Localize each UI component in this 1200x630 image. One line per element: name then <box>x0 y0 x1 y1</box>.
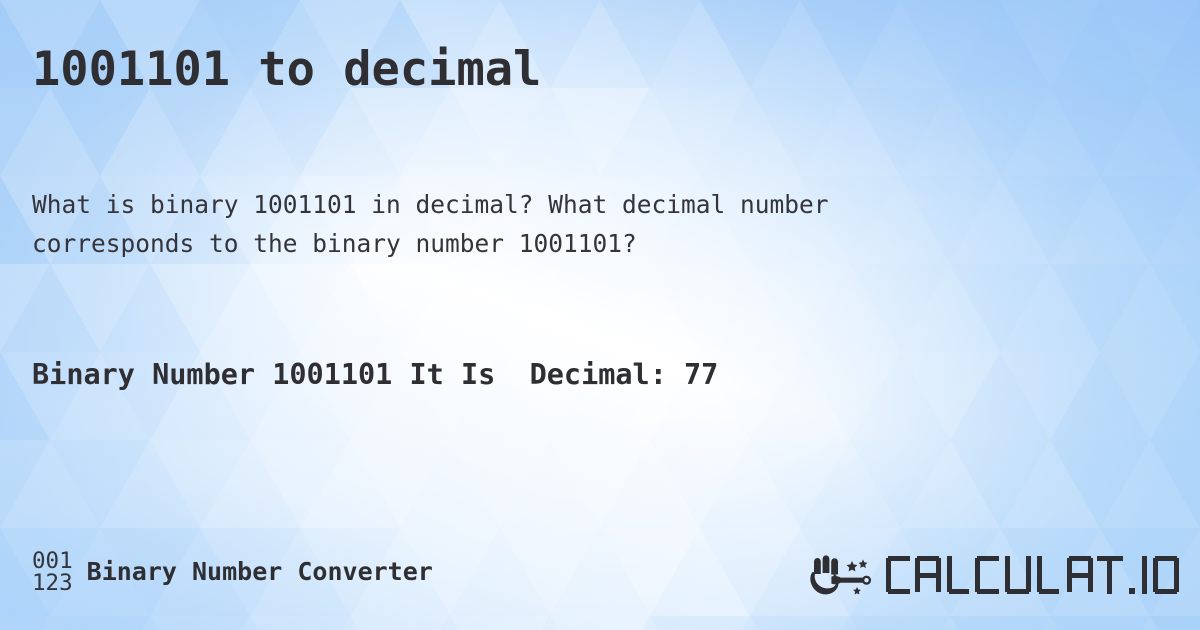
binary-digits-logo: 001 123 <box>32 548 73 596</box>
brand-logo[interactable]: CALCULAT.IO <box>808 552 1182 600</box>
question-text: What is binary 1001101 in decimal? What … <box>32 185 1092 263</box>
question-line-2: corresponds to the binary number 1001101… <box>32 229 637 258</box>
question-line-1: What is binary 1001101 in decimal? What … <box>32 190 829 219</box>
answer-line: Binary Number 1001101 It Is Decimal: 77 <box>32 358 719 391</box>
page-title: 1001101 to decimal <box>32 42 542 97</box>
hand-wand-icon <box>810 555 872 595</box>
footer-left: 001 123 Binary Number Converter <box>32 548 433 596</box>
og-image-card: 1001101 to decimal What is binary 100110… <box>0 0 1200 630</box>
binary-digits-logo-top: 001 <box>32 548 73 574</box>
site-name: Binary Number Converter <box>86 556 433 586</box>
brand-wordmark: CALCULAT.IO <box>886 556 1179 594</box>
binary-digits-logo-bottom: 123 <box>32 570 73 596</box>
content-layer: 1001101 to decimal What is binary 100110… <box>0 0 1200 630</box>
